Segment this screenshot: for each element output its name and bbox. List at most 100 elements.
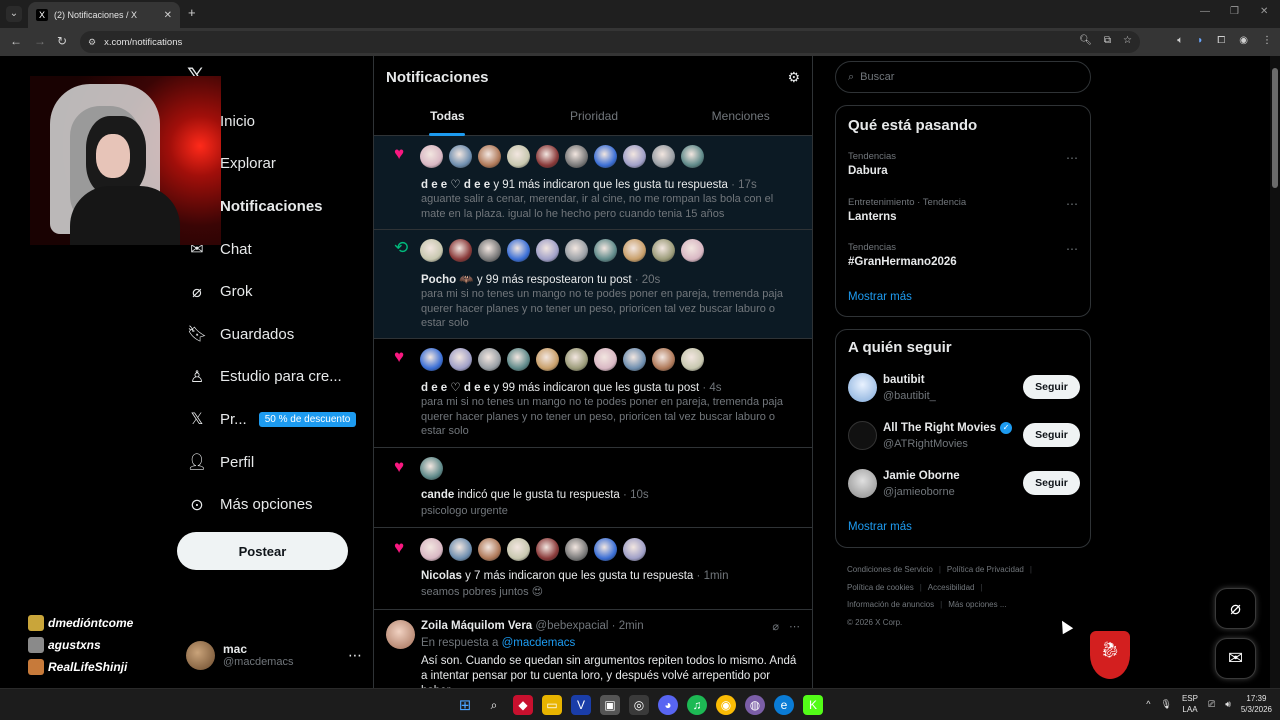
- follow-button[interactable]: Seguir: [1023, 375, 1080, 399]
- footer-link[interactable]: Más opciones ...: [948, 600, 1006, 609]
- avatar[interactable]: [420, 348, 443, 371]
- avatar[interactable]: [420, 538, 443, 561]
- avatar[interactable]: [386, 620, 415, 649]
- mic-icon[interactable]: 🎙︎: [1161, 699, 1172, 710]
- zoom-icon[interactable]: 🔍︎: [1079, 35, 1092, 46]
- avatar[interactable]: [507, 145, 530, 168]
- search-icon[interactable]: ⌕: [484, 695, 504, 715]
- reply-to-link[interactable]: @macdemacs: [502, 637, 576, 649]
- maximize-button[interactable]: ❐: [1230, 6, 1239, 17]
- avatar[interactable]: [594, 239, 617, 262]
- site-info-icon[interactable]: ⚙: [88, 37, 96, 48]
- footer-link[interactable]: Información de anuncios: [847, 600, 934, 609]
- notification-actor[interactable]: d e e ♡ d e e: [421, 382, 490, 394]
- avatar[interactable]: [449, 538, 472, 561]
- app-icon[interactable]: ▣: [600, 695, 620, 715]
- forward-button[interactable]: →: [34, 34, 46, 48]
- nav-item-perfil[interactable]: 👤︎ Perfil: [178, 441, 368, 484]
- minimize-button[interactable]: —: [1200, 6, 1210, 17]
- page-scrollbar[interactable]: [1270, 56, 1280, 688]
- address-bar[interactable]: ⚙ x.com/notifications: [80, 31, 1140, 53]
- notification-item[interactable]: ♥ cande indicó que le gusta tu respuesta…: [374, 448, 812, 528]
- follow-button[interactable]: Seguir: [1023, 423, 1080, 447]
- settings-gear-icon[interactable]: ⚙: [787, 69, 800, 86]
- trend-item[interactable]: Tendencias #GranHermano2026 ⋯: [848, 242, 1080, 268]
- grok-icon[interactable]: ⌀: [772, 620, 779, 633]
- avatar[interactable]: [565, 239, 588, 262]
- reply-tweet[interactable]: Zoila Máquilom Vera @bebexpacial · 2min …: [374, 610, 812, 688]
- avatar[interactable]: [536, 538, 559, 561]
- avatar[interactable]: [623, 348, 646, 371]
- avatar[interactable]: [594, 538, 617, 561]
- chrome-icon[interactable]: ◉: [716, 695, 736, 715]
- notification-actor[interactable]: d e e ♡ d e e: [421, 179, 490, 191]
- avatar[interactable]: [623, 239, 646, 262]
- mute-icon[interactable]: 🔈︎: [1177, 35, 1183, 46]
- more-icon[interactable]: ⋯: [1066, 242, 1078, 256]
- footer-link[interactable]: Accesibilidad: [928, 583, 975, 592]
- avatar[interactable]: [449, 145, 472, 168]
- reload-button[interactable]: ↻: [57, 34, 67, 48]
- extension-icon[interactable]: ◗: [1197, 35, 1203, 46]
- footer-link[interactable]: Política de Privacidad: [947, 565, 1024, 574]
- more-icon[interactable]: ⋯: [1066, 197, 1078, 211]
- folder-icon[interactable]: ▭: [542, 695, 562, 715]
- avatar[interactable]: [536, 348, 559, 371]
- install-app-icon[interactable]: ⧉: [1104, 35, 1111, 46]
- avatar[interactable]: [449, 348, 472, 371]
- nav-item-guardados[interactable]: 🔖︎ Guardados: [178, 313, 368, 356]
- avatar[interactable]: [681, 348, 704, 371]
- more-icon[interactable]: ⋯: [1066, 151, 1078, 165]
- language-indicator[interactable]: ESP LAA: [1182, 693, 1198, 715]
- search-box[interactable]: ⌕: [835, 61, 1091, 93]
- avatar[interactable]: [652, 348, 675, 371]
- bookmark-star-icon[interactable]: ☆: [1123, 35, 1132, 46]
- show-more-trends-link[interactable]: Mostrar más: [848, 291, 912, 303]
- avatar[interactable]: [449, 239, 472, 262]
- avatar[interactable]: [507, 538, 530, 561]
- trend-item[interactable]: Entretenimiento · Tendencia Lanterns ⋯: [848, 197, 1080, 223]
- tab-close-icon[interactable]: ✕: [164, 10, 172, 21]
- avatar[interactable]: [681, 239, 704, 262]
- tab-prioridad[interactable]: Prioridad: [521, 100, 668, 136]
- search-input[interactable]: [860, 71, 1061, 83]
- account-switcher[interactable]: mac @macdemacs ⋯: [186, 640, 362, 670]
- follow-item[interactable]: All The Right Movies ✓ @ATRightMovies Seg…: [848, 421, 1080, 453]
- avatar[interactable]: [565, 348, 588, 371]
- follow-item[interactable]: Jamie Oborne @jamieoborne Seguir: [848, 469, 1080, 501]
- follow-item[interactable]: bautibit @bautibit_ Seguir: [848, 373, 1080, 405]
- obs-icon[interactable]: ◎: [629, 695, 649, 715]
- profile-icon[interactable]: ◉: [1239, 35, 1248, 46]
- notification-actor[interactable]: Pocho 🦇: [421, 274, 474, 286]
- footer-link[interactable]: Política de cookies: [847, 583, 914, 592]
- avatar[interactable]: [594, 348, 617, 371]
- avatar[interactable]: [420, 145, 443, 168]
- new-tab-button[interactable]: +: [188, 5, 196, 20]
- notification-actor[interactable]: cande: [421, 489, 454, 501]
- avatar[interactable]: [420, 457, 443, 480]
- edge-icon[interactable]: e: [774, 695, 794, 715]
- grok-float-button[interactable]: ⌀: [1215, 588, 1256, 629]
- avatar[interactable]: [478, 538, 501, 561]
- avatar[interactable]: [623, 145, 646, 168]
- avatar[interactable]: [507, 239, 530, 262]
- app-v-icon[interactable]: V: [571, 695, 591, 715]
- avatar[interactable]: [652, 145, 675, 168]
- app-icon[interactable]: ◍: [745, 695, 765, 715]
- notification-item[interactable]: ♥ d e e ♡ d e e y 99 más indicaron que l…: [374, 339, 812, 448]
- tab-todas[interactable]: Todas: [374, 100, 521, 136]
- tweet-author-name[interactable]: Zoila Máquilom Vera: [421, 620, 532, 632]
- avatar[interactable]: [565, 145, 588, 168]
- messages-float-button[interactable]: ✉: [1215, 638, 1256, 679]
- avatar[interactable]: [594, 145, 617, 168]
- window-close-button[interactable]: ✕: [1260, 6, 1268, 17]
- start-icon[interactable]: ⊞: [455, 695, 475, 715]
- spotify-icon[interactable]: ♫: [687, 695, 707, 715]
- network-icon[interactable]: ⎚: [1208, 699, 1215, 710]
- account-more-icon[interactable]: ⋯: [348, 647, 362, 664]
- more-icon[interactable]: ⋯: [789, 620, 800, 633]
- avatar[interactable]: [478, 145, 501, 168]
- nav-item-premium[interactable]: 𝕏 Pr... 50 % de descuento: [178, 398, 368, 441]
- avatar[interactable]: [681, 145, 704, 168]
- browser-menu-icon[interactable]: ⋮: [1262, 35, 1272, 46]
